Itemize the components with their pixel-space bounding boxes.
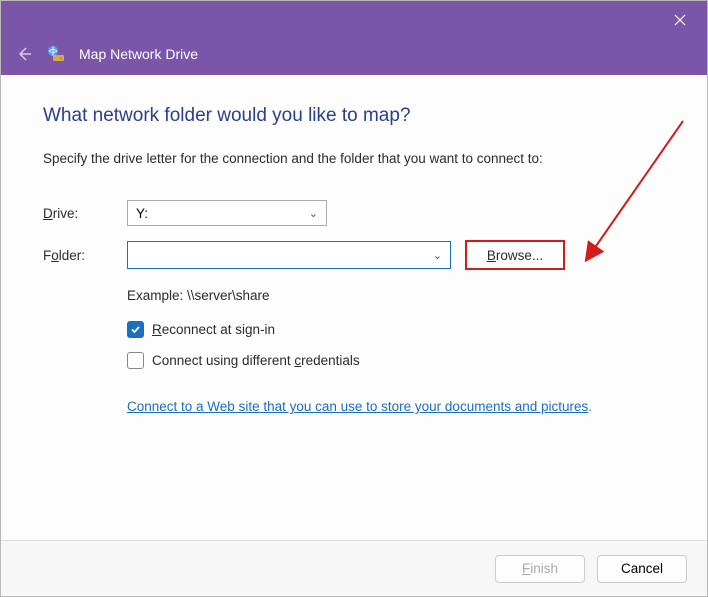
folder-label: Folder: — [43, 248, 127, 263]
drive-select[interactable]: Y: ⌄ — [127, 200, 327, 226]
reconnect-label: Reconnect at sign-in — [152, 322, 275, 337]
drive-label: Drive: — [43, 206, 127, 221]
header-bar: Map Network Drive — [1, 39, 707, 75]
reconnect-checkbox[interactable] — [127, 321, 144, 338]
back-button[interactable] — [15, 45, 33, 63]
close-button[interactable] — [657, 5, 703, 35]
chevron-down-icon[interactable]: ⌄ — [433, 249, 442, 262]
drive-row: Drive: Y: ⌄ — [43, 200, 665, 226]
browse-button[interactable]: Browse... — [465, 240, 565, 270]
credentials-row: Connect using different credentials — [127, 352, 665, 369]
footer-bar: Finish Cancel — [1, 540, 707, 596]
content-area: What network folder would you like to ma… — [1, 75, 707, 540]
dialog-window: Map Network Drive What network folder wo… — [0, 0, 708, 597]
back-arrow-icon — [16, 46, 32, 62]
folder-combobox[interactable]: ⌄ — [127, 241, 451, 269]
close-icon — [674, 14, 686, 26]
folder-row: Folder: ⌄ Browse... — [43, 240, 665, 270]
credentials-checkbox[interactable] — [127, 352, 144, 369]
reconnect-row: Reconnect at sign-in — [127, 321, 665, 338]
page-heading: What network folder would you like to ma… — [43, 105, 665, 127]
titlebar — [1, 1, 707, 39]
finish-button[interactable]: Finish — [495, 555, 585, 583]
cancel-button[interactable]: Cancel — [597, 555, 687, 583]
network-drive-icon — [47, 45, 65, 63]
credentials-label: Connect using different credentials — [152, 353, 360, 368]
checkmark-icon — [130, 324, 141, 335]
chevron-down-icon: ⌄ — [309, 207, 318, 220]
instruction-text: Specify the drive letter for the connect… — [43, 151, 665, 166]
drive-select-value: Y: — [136, 206, 148, 221]
web-storage-link[interactable]: Connect to a Web site that you can use t… — [127, 399, 588, 414]
example-text: Example: \\server\share — [127, 288, 665, 303]
dialog-title: Map Network Drive — [79, 46, 198, 62]
